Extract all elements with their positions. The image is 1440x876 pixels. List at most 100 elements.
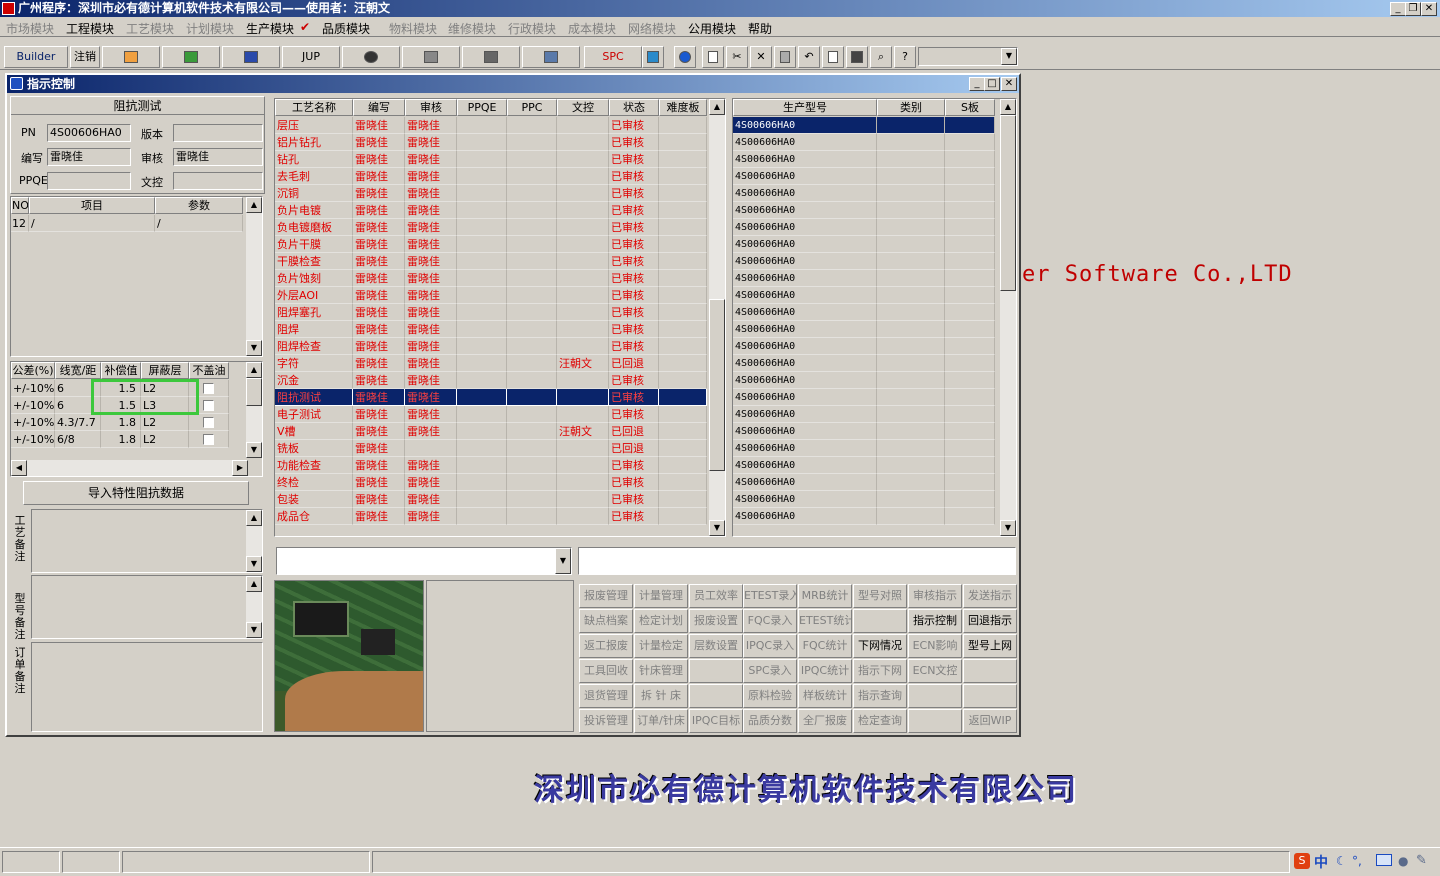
- function-button[interactable]: [689, 659, 743, 683]
- process-cell[interactable]: 阻焊: [275, 321, 353, 338]
- process-row[interactable]: 去毛刺 雷晓佳 雷晓佳 已审核: [275, 168, 707, 185]
- model-cell[interactable]: 4S00606HA0: [733, 151, 877, 168]
- logout-button[interactable]: 注销: [70, 46, 100, 68]
- menu-engineering[interactable]: 工程模块: [66, 20, 114, 37]
- model-row[interactable]: 4S00606HA0: [733, 321, 995, 338]
- process-cell[interactable]: 雷晓佳: [353, 338, 405, 355]
- scroll-up-icon[interactable]: ▲: [246, 362, 262, 378]
- model-cell[interactable]: 4S00606HA0: [733, 168, 877, 185]
- process-cell[interactable]: 雷晓佳: [353, 457, 405, 474]
- word-icon[interactable]: [222, 46, 280, 68]
- model-row[interactable]: 4S00606HA0: [733, 202, 995, 219]
- model-s-board-cell[interactable]: [945, 338, 995, 355]
- process-cell[interactable]: 雷晓佳: [405, 406, 457, 423]
- process-header-process-name[interactable]: 工艺名称: [275, 99, 353, 116]
- model-category-cell[interactable]: [877, 440, 945, 457]
- process-cell[interactable]: [557, 151, 609, 168]
- scroll-thumb[interactable]: [1000, 115, 1016, 291]
- model-category-cell[interactable]: [877, 321, 945, 338]
- process-cell[interactable]: [659, 457, 707, 474]
- ppqe-field[interactable]: [47, 172, 131, 190]
- menu-material[interactable]: 物料模块: [389, 20, 437, 37]
- function-button[interactable]: 返工报废: [579, 634, 633, 658]
- app-close-button[interactable]: ✕: [1421, 2, 1437, 16]
- process-cell[interactable]: [507, 236, 557, 253]
- scroll-down-icon[interactable]: ▼: [246, 556, 262, 572]
- scroll-thumb[interactable]: [709, 299, 725, 471]
- process-cell[interactable]: [507, 389, 557, 406]
- process-cell[interactable]: 雷晓佳: [353, 355, 405, 372]
- model-row[interactable]: 4S00606HA0: [733, 440, 995, 457]
- process-cell[interactable]: 雷晓佳: [353, 219, 405, 236]
- no-oil-cell[interactable]: [189, 431, 229, 448]
- process-cell[interactable]: 已审核: [609, 304, 659, 321]
- process-header-status[interactable]: 状态: [609, 99, 659, 116]
- process-cell[interactable]: [457, 185, 507, 202]
- process-cell[interactable]: 雷晓佳: [353, 474, 405, 491]
- process-cell[interactable]: 雷晓佳: [353, 440, 405, 457]
- model-cell[interactable]: 4S00606HA0: [733, 423, 877, 440]
- function-button[interactable]: 样板统计: [798, 684, 852, 708]
- process-cell[interactable]: [507, 457, 557, 474]
- process-cell[interactable]: [659, 219, 707, 236]
- model-s-board-cell[interactable]: [945, 474, 995, 491]
- function-button[interactable]: [689, 684, 743, 708]
- process-cell[interactable]: [457, 440, 507, 457]
- function-button[interactable]: 订单/针床: [634, 709, 688, 733]
- model-category-cell[interactable]: [877, 474, 945, 491]
- process-cell[interactable]: 雷晓佳: [353, 491, 405, 508]
- tolerance-cell[interactable]: 1.8: [101, 431, 141, 448]
- items-header-no[interactable]: NO: [11, 197, 29, 214]
- process-cell[interactable]: [507, 321, 557, 338]
- function-button[interactable]: 计量管理: [634, 584, 688, 608]
- process-cell[interactable]: 阻抗测试: [275, 389, 353, 406]
- process-row[interactable]: 阻焊 雷晓佳 雷晓佳 已审核: [275, 321, 707, 338]
- process-cell[interactable]: 已审核: [609, 287, 659, 304]
- builder-button[interactable]: Builder: [4, 46, 68, 68]
- cut-icon[interactable]: ✂: [726, 46, 748, 68]
- model-s-board-cell[interactable]: [945, 151, 995, 168]
- function-button[interactable]: 工具回收: [579, 659, 633, 683]
- process-cell[interactable]: [557, 117, 609, 134]
- process-cell[interactable]: [457, 287, 507, 304]
- model-s-board-cell[interactable]: [945, 508, 995, 525]
- items-header-item[interactable]: 项目: [29, 197, 155, 214]
- tolerance-cell[interactable]: 1.8: [101, 414, 141, 431]
- process-cell[interactable]: 雷晓佳: [405, 321, 457, 338]
- model-s-board-cell[interactable]: [945, 491, 995, 508]
- process-cell[interactable]: 雷晓佳: [353, 253, 405, 270]
- version-field[interactable]: [173, 124, 263, 142]
- process-cell[interactable]: 雷晓佳: [353, 508, 405, 525]
- model-scrollbar[interactable]: ▲ ▼: [1000, 99, 1016, 536]
- process-scrollbar[interactable]: ▲ ▼: [709, 99, 725, 536]
- review-field[interactable]: 雷晓佳: [173, 148, 263, 166]
- process-cell[interactable]: 已回退: [609, 355, 659, 372]
- function-button[interactable]: 报废管理: [579, 584, 633, 608]
- process-cell[interactable]: [507, 287, 557, 304]
- process-header-ppqe[interactable]: PPQE: [457, 99, 507, 116]
- process-cell[interactable]: [457, 389, 507, 406]
- model-category-cell[interactable]: [877, 134, 945, 151]
- model-row[interactable]: 4S00606HA0: [733, 117, 995, 134]
- process-row[interactable]: 负片干膜 雷晓佳 雷晓佳 已审核: [275, 236, 707, 253]
- function-button[interactable]: [963, 684, 1017, 708]
- model-row[interactable]: 4S00606HA0: [733, 219, 995, 236]
- model-category-cell[interactable]: [877, 219, 945, 236]
- process-cell[interactable]: [457, 151, 507, 168]
- process-cell[interactable]: 层压: [275, 117, 353, 134]
- model-category-cell[interactable]: [877, 270, 945, 287]
- import-impedance-button[interactable]: 导入特性阻抗数据: [23, 481, 249, 505]
- process-cell[interactable]: 已审核: [609, 372, 659, 389]
- process-header-author[interactable]: 编写: [353, 99, 405, 116]
- filter-combo[interactable]: ▼: [276, 547, 572, 575]
- items-header-param[interactable]: 参数: [155, 197, 243, 214]
- process-note-field[interactable]: ▲ ▼: [31, 509, 263, 573]
- process-cell[interactable]: [659, 134, 707, 151]
- process-cell[interactable]: 已审核: [609, 270, 659, 287]
- scroll-up-icon[interactable]: ▲: [246, 197, 262, 213]
- process-cell[interactable]: [507, 202, 557, 219]
- tolerance-cell[interactable]: 4.3/7.7: [55, 414, 101, 431]
- process-cell[interactable]: 功能检查: [275, 457, 353, 474]
- process-cell[interactable]: 已审核: [609, 474, 659, 491]
- process-cell[interactable]: [557, 134, 609, 151]
